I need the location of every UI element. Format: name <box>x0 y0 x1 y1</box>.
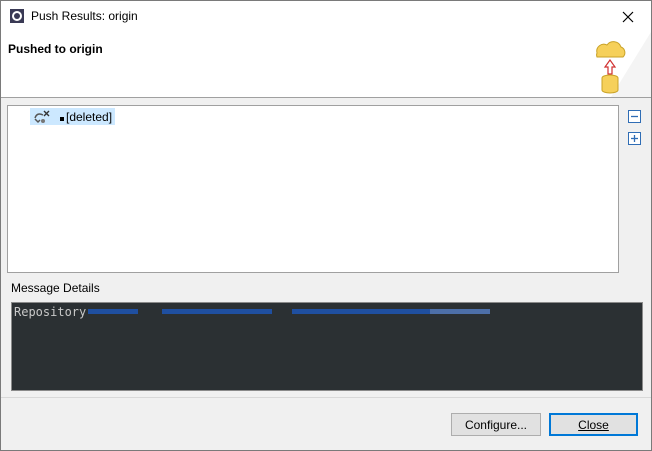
bullet-marker <box>60 116 64 121</box>
message-details-label: Message Details <box>11 281 100 295</box>
dialog-header: Pushed to origin <box>1 32 651 98</box>
redacted-text <box>292 309 432 314</box>
close-button[interactable]: Close <box>549 413 638 436</box>
tree-item[interactable]: [deleted] <box>30 108 116 125</box>
expand-all-icon[interactable] <box>628 132 641 145</box>
collapse-all-icon[interactable] <box>628 110 641 123</box>
configure-button[interactable]: Configure... <box>451 413 541 436</box>
redacted-text <box>88 309 138 314</box>
message-details-text[interactable]: Repository <box>11 302 643 391</box>
message-text: Repository <box>14 305 87 319</box>
redacted-text <box>430 309 490 314</box>
window-title: Push Results: origin <box>31 9 138 23</box>
tree-item-label: [deleted] <box>60 110 112 124</box>
close-button-label: Close <box>578 417 609 432</box>
header-title: Pushed to origin <box>8 42 103 56</box>
eclipse-icon <box>10 9 24 23</box>
close-window-button[interactable] <box>605 1 651 32</box>
push-results-tree[interactable]: [deleted] <box>7 105 619 273</box>
title-bar: Push Results: origin <box>1 1 651 32</box>
close-icon <box>622 11 634 22</box>
push-cloud-icon <box>571 32 651 97</box>
push-results-dialog: Push Results: origin Pushed to origin [d… <box>0 0 652 451</box>
footer-divider <box>1 397 651 398</box>
redacted-text <box>162 309 272 314</box>
deleted-ref-icon <box>34 110 50 123</box>
